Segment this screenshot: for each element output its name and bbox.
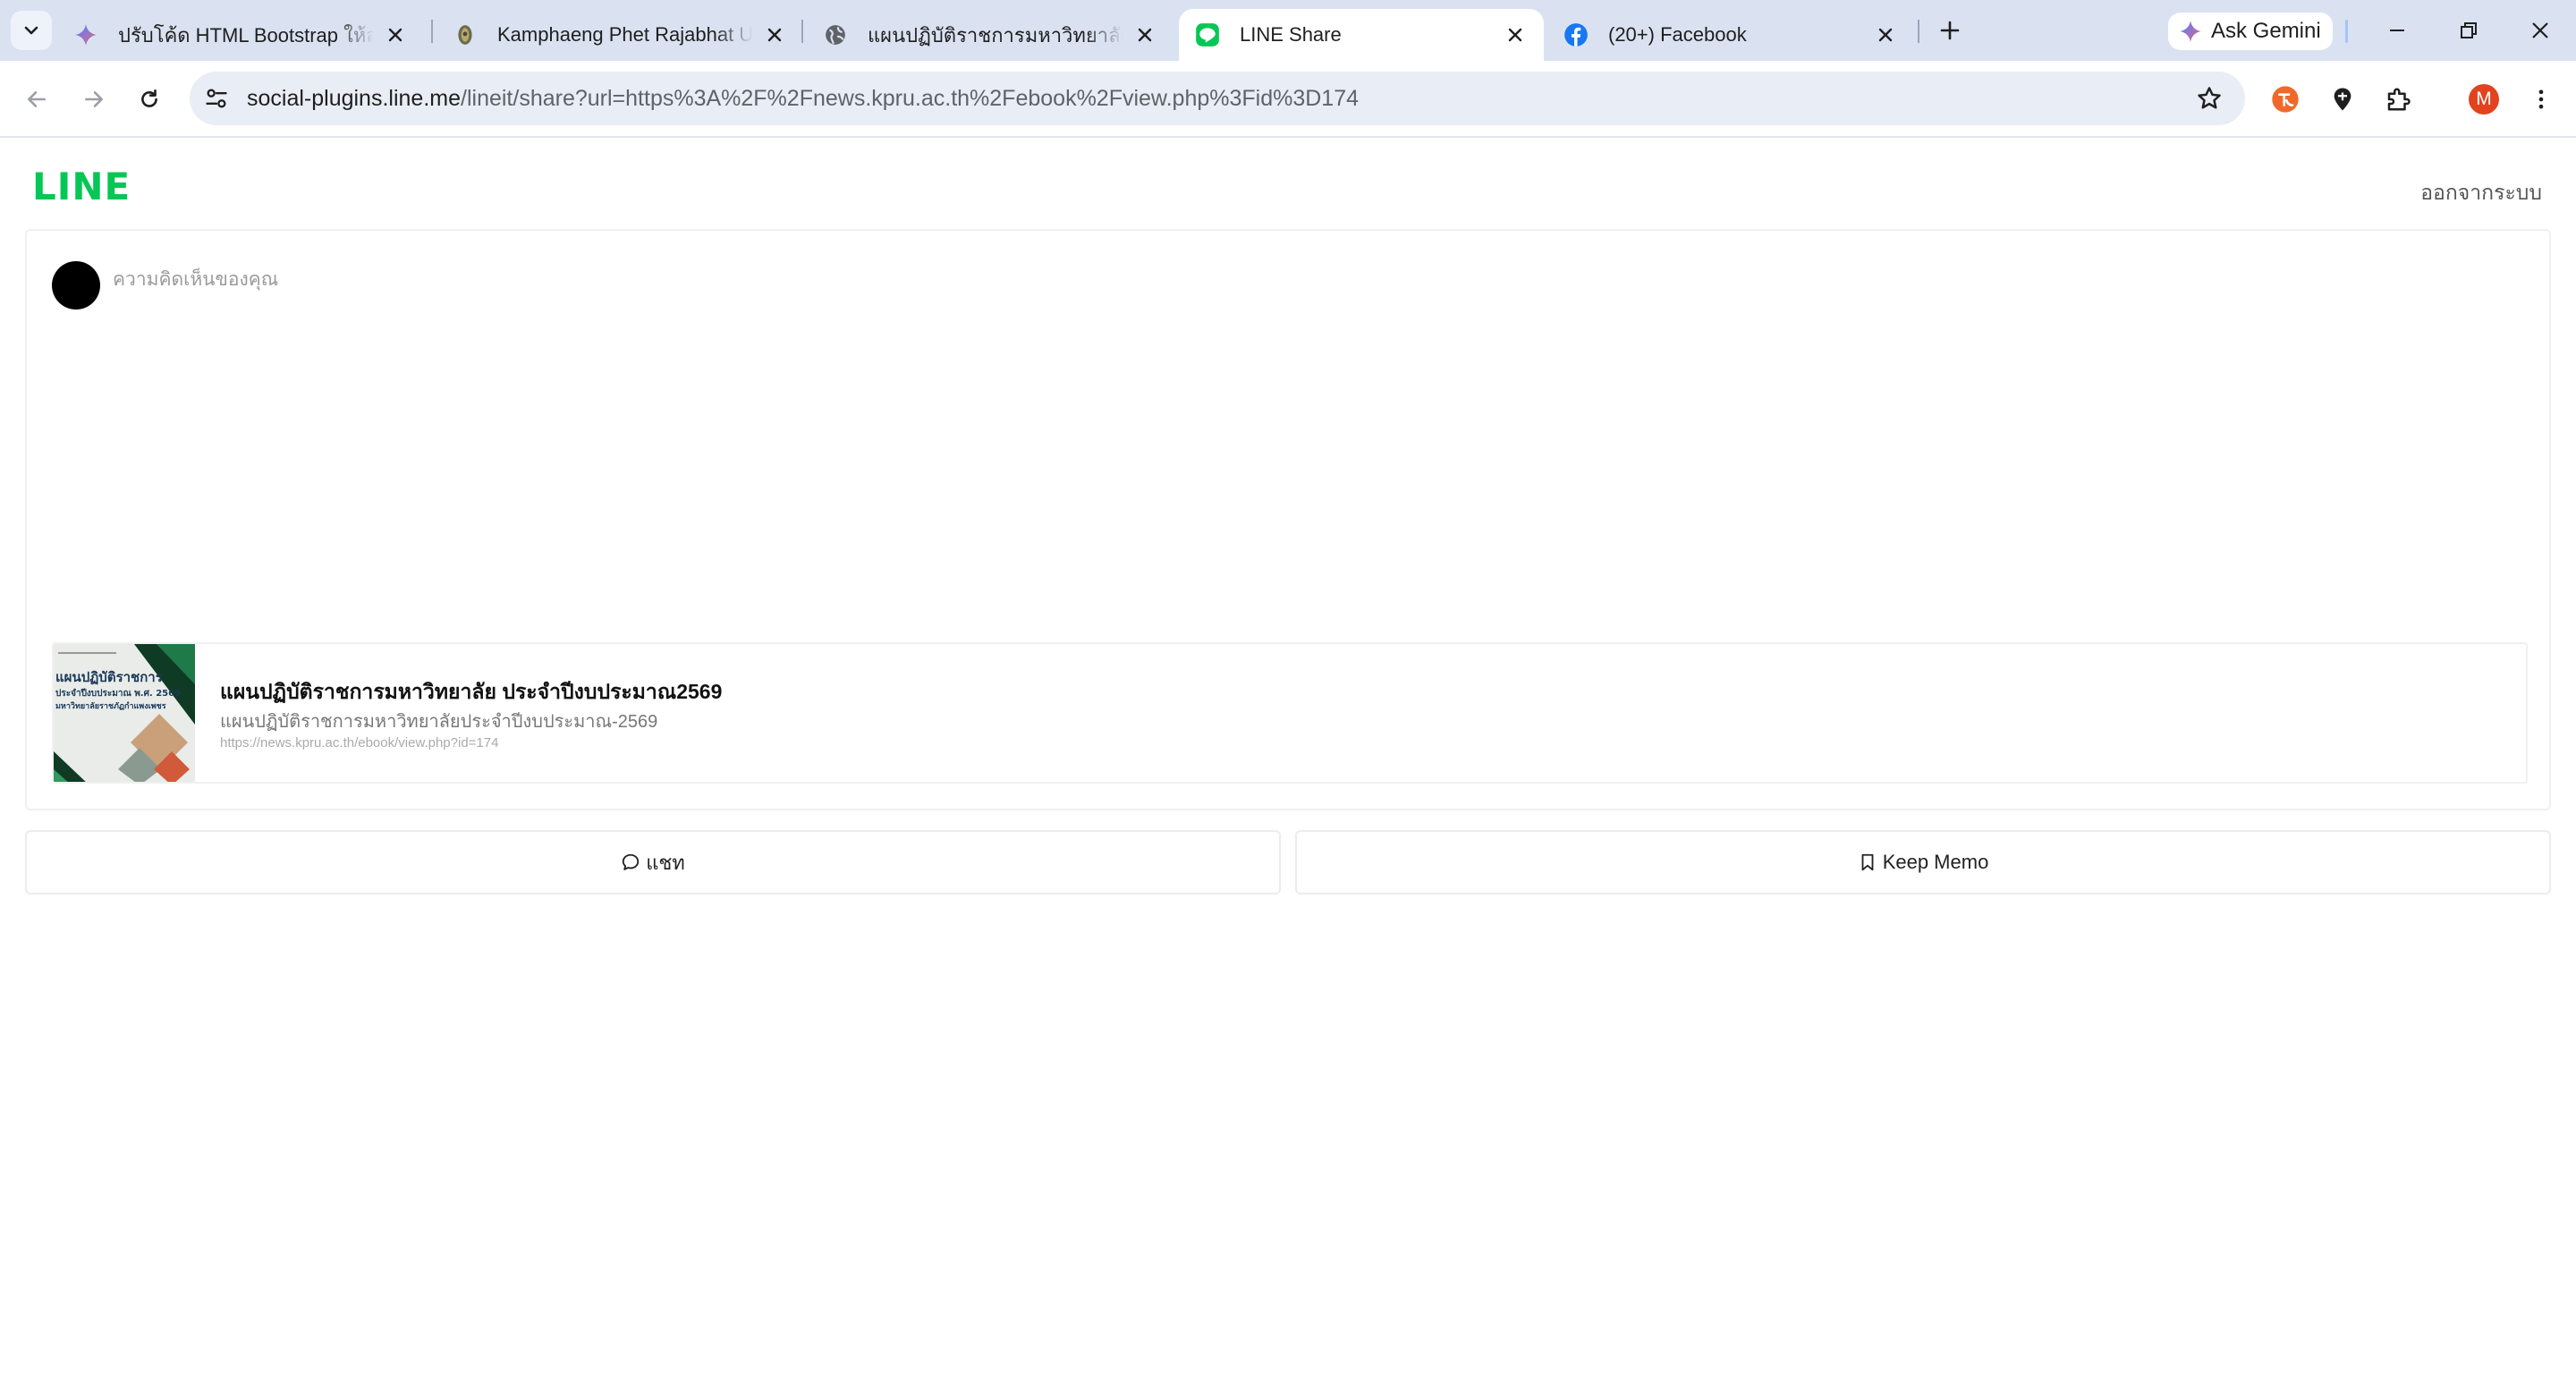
close-window-button[interactable] [2513,9,2567,52]
tab-title: (20+) Facebook [1608,23,1747,46]
tab-title: LINE Share [1240,23,1342,46]
profile-avatar: M [2469,84,2499,114]
ask-gemini-label: Ask Gemini [2211,19,2321,43]
close-icon[interactable] [762,22,787,47]
close-icon[interactable] [383,22,408,47]
tab-separator [431,20,433,43]
reload-button[interactable] [127,77,172,122]
forward-button[interactable] [72,77,116,122]
tab-strip: ปรับโค้ด HTML Bootstrap ให้สวยงาม Kampha… [0,0,2576,61]
puzzle-icon [2387,88,2411,111]
url-path: /lineit/share?url=https%3A%2F%2Fnews.kpr… [461,85,1360,111]
tab-title: แผนปฏิบัติราชการมหาวิทยาลัย ประจำปี [868,23,1123,47]
extensions-button[interactable] [2377,79,2419,120]
restore-icon [2461,22,2477,38]
gemini-separator [2345,20,2348,43]
tab-title: ปรับโค้ด HTML Bootstrap ให้สวยงาม [118,23,374,47]
close-icon [2532,22,2548,38]
url-host: social-plugins.line.me [247,85,462,111]
close-icon[interactable] [1873,22,1898,47]
thumb-text-2: ประจำปีงบประมาณ พ.ศ. 2569 [55,688,181,699]
reload-icon [141,89,157,107]
url-text: social-plugins.line.me/lineit/share?url=… [247,86,1359,112]
line-share-page: LINE ออกจากระบบ แผนปฏิบัติราชการ ประจำปี… [0,138,2576,1374]
comment-input[interactable] [113,265,2528,533]
tab-search-button[interactable] [11,11,52,50]
tab-line-share[interactable]: LINE Share [1179,9,1544,61]
user-avatar [52,261,100,310]
extension-location-button[interactable] [2322,79,2363,120]
browser-menu-button[interactable] [2521,79,2562,120]
line-icon [1195,22,1220,47]
ask-gemini-button[interactable]: Ask Gemini [2168,13,2333,50]
site-info-icon[interactable] [199,81,234,116]
arrow-left-icon [28,91,46,107]
profile-button[interactable]: M [2463,79,2504,120]
kebab-menu-icon [2538,89,2544,109]
line-logo: LINE [32,165,131,208]
tab-separator [1918,20,1919,43]
tab-title: Kamphaeng Phet Rajabhat University [497,23,753,46]
minimize-button[interactable] [2370,9,2424,52]
close-icon[interactable] [1132,22,1157,47]
share-composer: แผนปฏิบัติราชการ ประจำปีงบประมาณ พ.ศ. 25… [25,229,2551,810]
plus-icon [1940,21,1960,40]
translate-extension-icon [2272,86,2299,113]
arrow-right-icon [85,91,103,107]
preview-url: https://news.kpru.ac.th/ebook/view.php?i… [220,735,499,751]
address-bar[interactable]: social-plugins.line.me/lineit/share?url=… [190,72,2245,125]
chat-button[interactable]: แชท [25,830,1281,895]
globe-icon [823,22,848,47]
tab-gemini[interactable]: ปรับโค้ด HTML Bootstrap ให้สวยงาม [57,9,424,61]
tab-facebook[interactable]: (20+) Facebook [1547,9,1914,61]
chevron-down-icon [24,26,38,35]
link-preview-card[interactable]: แผนปฏิบัติราชการ ประจำปีงบประมาณ พ.ศ. 25… [52,642,2528,784]
preview-description: แผนปฏิบัติราชการมหาวิทยาลัยประจำปีงบประม… [220,712,658,732]
keep-memo-label: Keep Memo [1882,851,1989,873]
thumb-text-3: มหาวิทยาลัยราชภัฏกำแพงเพชร [55,701,166,711]
close-icon[interactable] [1503,22,1528,47]
back-button[interactable] [14,77,59,122]
gemini-icon [2180,21,2201,42]
minimize-icon [2390,30,2404,31]
tab-separator [801,20,803,43]
preview-thumbnail: แผนปฏิบัติราชการ ประจำปีงบประมาณ พ.ศ. 25… [54,644,195,782]
bookmark-icon [1861,853,1874,871]
bookmark-star-icon[interactable] [2193,82,2225,114]
extension-translate-button[interactable] [2265,79,2306,120]
university-seal-icon [453,22,478,47]
logout-link[interactable]: ออกจากระบบ [2420,177,2542,209]
restore-button[interactable] [2442,9,2496,52]
tab-ebook[interactable]: แผนปฏิบัติราชการมหาวิทยาลัย ประจำปี [807,9,1174,61]
facebook-icon [1563,22,1589,47]
chat-button-label: แชท [646,851,685,874]
location-pin-icon [2334,88,2351,111]
thumb-text-1: แผนปฏิบัติราชการ [55,669,164,685]
chat-bubble-icon [623,853,640,870]
browser-toolbar: social-plugins.line.me/lineit/share?url=… [0,61,2576,138]
gemini-icon [73,22,98,47]
tab-kpru[interactable]: Kamphaeng Phet Rajabhat University [436,9,803,61]
preview-title: แผนปฏิบัติราชการมหาวิทยาลัย ประจำปีงบประ… [220,680,723,703]
keep-memo-button[interactable]: Keep Memo [1295,830,2551,895]
new-tab-button[interactable] [1932,13,1968,48]
